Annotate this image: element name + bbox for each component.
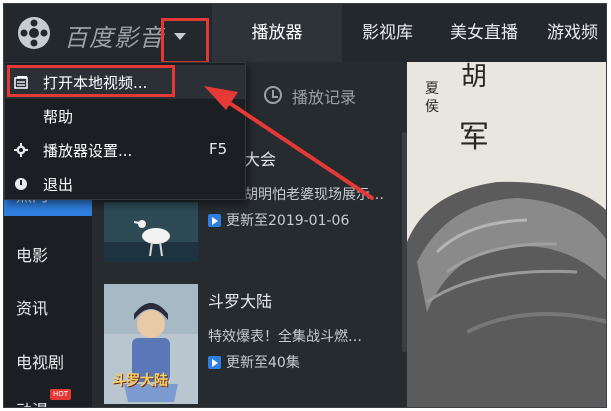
list-item-update: 更新至40集 bbox=[226, 355, 300, 371]
poster-title-char: 胡 bbox=[461, 62, 488, 92]
list-item-title[interactable]: 斗罗大陆 bbox=[208, 288, 272, 312]
menu-item-shortcut: F5 bbox=[209, 140, 228, 158]
power-icon bbox=[15, 178, 27, 190]
tab-player[interactable]: 播放器 bbox=[212, 4, 342, 62]
list-item-thumbnail[interactable] bbox=[104, 202, 198, 262]
list-item-title[interactable]: 大会 bbox=[244, 146, 276, 170]
menu-item-help[interactable]: 帮助 bbox=[5, 99, 245, 133]
main-menu-dropdown: 打开本地视频... 帮助 播放器设置... F5 退出 bbox=[4, 62, 246, 200]
menu-item-label: 退出 bbox=[43, 176, 74, 194]
tab-video-library[interactable]: 影视库 bbox=[362, 4, 413, 62]
poster-title-char: 军 bbox=[459, 120, 489, 155]
main-menu-dropdown-button[interactable] bbox=[161, 18, 209, 64]
chevron-down-icon bbox=[174, 33, 186, 40]
annotation-highlight-box bbox=[7, 65, 175, 97]
list-item-description: 胡明怕老婆现场展示… bbox=[244, 187, 384, 203]
film-reel-icon[interactable] bbox=[16, 15, 52, 51]
app-title: 百度影音 bbox=[64, 24, 164, 52]
tab-games[interactable]: 游戏频 bbox=[547, 4, 598, 62]
gear-icon bbox=[14, 143, 28, 157]
menu-item-label: 帮助 bbox=[43, 108, 74, 126]
sidebar-item-anime[interactable]: 动漫 bbox=[16, 397, 48, 407]
list-item-update: 更新至2019-01-06 bbox=[226, 213, 350, 229]
list-item-thumbnail[interactable]: 斗罗大陆 bbox=[104, 284, 198, 404]
clock-icon bbox=[264, 86, 282, 104]
featured-poster[interactable]: 胡 夏侯 军 bbox=[407, 62, 606, 407]
menu-item-label: 播放器设置... bbox=[43, 142, 133, 160]
menu-item-exit[interactable]: 退出 bbox=[5, 167, 245, 201]
sidebar-item-news[interactable]: 资讯 bbox=[16, 295, 48, 319]
hot-badge: HOT bbox=[50, 389, 72, 400]
top-bar: 百度影音 播放器 影视库 美女直播 游戏频 bbox=[4, 4, 606, 64]
menu-item-player-settings[interactable]: 播放器设置... F5 bbox=[5, 133, 245, 167]
play-icon bbox=[208, 356, 221, 369]
play-icon bbox=[208, 214, 221, 227]
list-item-description: 特效爆表！全集战斗燃… bbox=[208, 329, 362, 345]
tab-live-stream[interactable]: 美女直播 bbox=[450, 4, 518, 62]
app-window: 百度影音 播放器 影视库 美女直播 游戏频 热门 电影 资讯 电视剧 动漫 HO… bbox=[3, 3, 607, 408]
poster-portrait bbox=[407, 181, 606, 407]
tab-play-history[interactable]: 播放记录 bbox=[292, 84, 356, 108]
sidebar-item-tv-series[interactable]: 电视剧 bbox=[16, 349, 64, 373]
sidebar-item-movies[interactable]: 电影 bbox=[16, 242, 48, 266]
poster-subtitle: 夏侯 bbox=[425, 81, 439, 115]
thumbnail-caption: 斗罗大陆 bbox=[112, 373, 168, 389]
